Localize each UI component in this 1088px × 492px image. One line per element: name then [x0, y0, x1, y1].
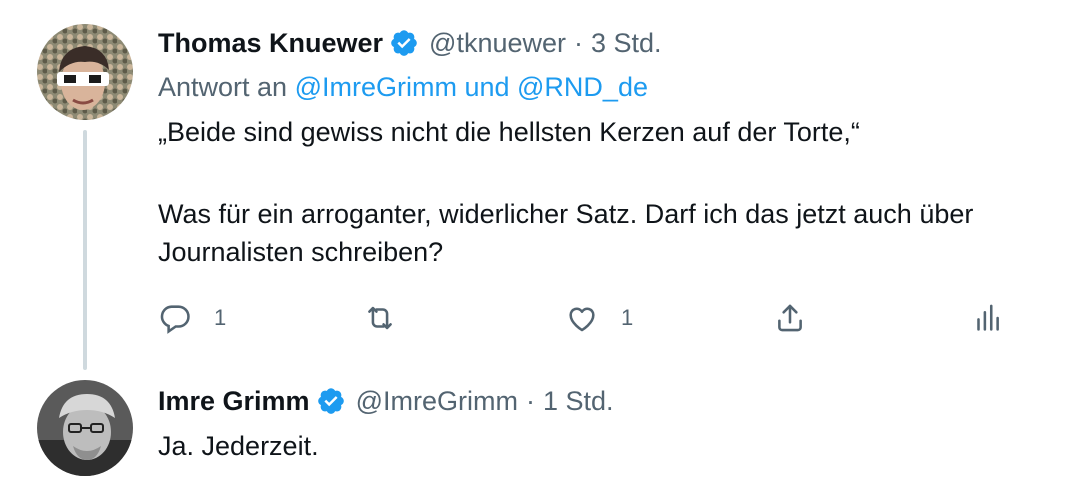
- tweet-text-line-2: Was für ein arroganter, widerlicher Satz…: [158, 199, 974, 229]
- reply-context: Antwort an @ImreGrimm und @RND_de: [158, 70, 648, 104]
- share-icon: [778, 304, 802, 332]
- avatar-image: [37, 380, 133, 476]
- separator-dot: ·: [574, 28, 584, 58]
- like-count: 1: [621, 305, 634, 330]
- author-handle[interactable]: @tknuewer: [429, 26, 566, 60]
- tweet-text-line-1: Ja. Jederzeit.: [158, 431, 319, 461]
- retweet-icon: [368, 306, 392, 330]
- reply-count: 1: [214, 305, 227, 330]
- avatar-image: [37, 24, 133, 120]
- like-icon: [569, 307, 595, 332]
- like-button[interactable]: 1: [565, 296, 633, 340]
- avatar[interactable]: [37, 24, 133, 120]
- retweet-button[interactable]: [363, 296, 419, 340]
- analytics-button[interactable]: [970, 296, 1004, 340]
- reply-prefix: Antwort an: [158, 72, 288, 102]
- tweet-header: Thomas Knuewer @tknuewer · 3 Std.: [158, 26, 662, 60]
- separator-dot: ·: [525, 386, 535, 416]
- author-handle[interactable]: @ImreGrimm: [356, 384, 518, 418]
- analytics-icon: [977, 304, 999, 331]
- tweet-header: Imre Grimm @ImreGrimm · 1 Std.: [158, 384, 614, 418]
- tweet-text-line-3: Journalisten schreiben?: [158, 237, 444, 267]
- tweet-actions-bar: 1 1: [158, 296, 1058, 340]
- reply-icon: [160, 305, 190, 334]
- avatar[interactable]: [37, 380, 133, 476]
- reply-mentions-link[interactable]: @ImreGrimm und @RND_de: [295, 72, 648, 102]
- author-name[interactable]: Imre Grimm: [158, 384, 310, 418]
- tweet-thomas-knuewer[interactable]: Thomas Knuewer @tknuewer · 3 Std. Antwor…: [0, 0, 1088, 370]
- tweet-imre-grimm[interactable]: Imre Grimm @ImreGrimm · 1 Std. Ja. Jeder…: [0, 370, 1088, 492]
- verified-badge-icon: [391, 30, 417, 56]
- timestamp[interactable]: 3 Std.: [591, 26, 662, 60]
- author-name[interactable]: Thomas Knuewer: [158, 26, 383, 60]
- verified-badge-icon: [317, 388, 344, 414]
- tweet-text-line-1: „Beide sind gewiss nicht die hellsten Ke…: [158, 117, 860, 147]
- timestamp[interactable]: 1 Std.: [543, 384, 614, 418]
- reply-button[interactable]: 1: [158, 296, 226, 340]
- share-button[interactable]: [773, 296, 807, 340]
